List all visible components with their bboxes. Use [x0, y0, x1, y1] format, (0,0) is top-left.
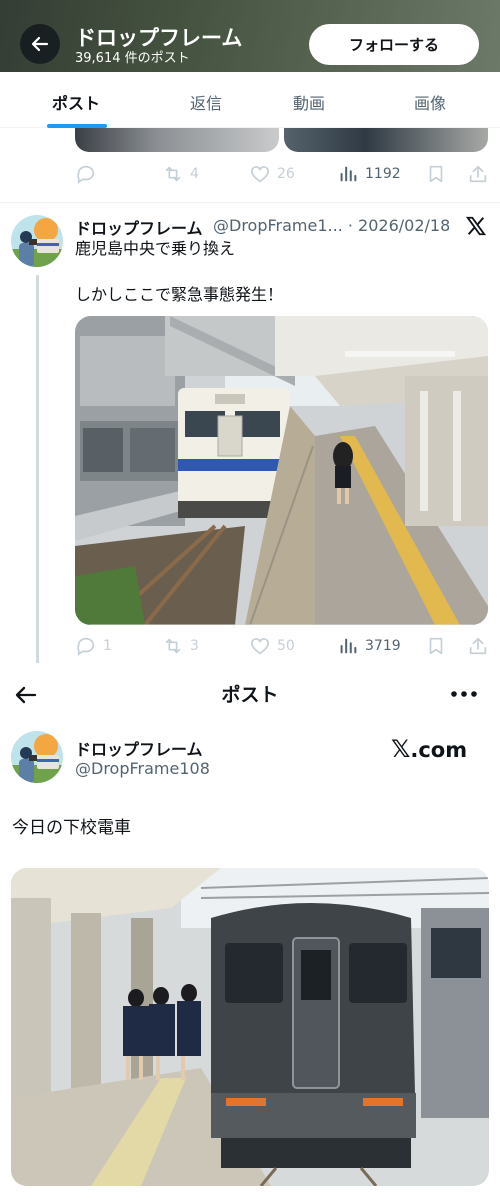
heart-icon: [250, 166, 270, 183]
avatar[interactable]: [11, 215, 63, 267]
x-brand-suffix: .com: [410, 738, 468, 762]
tweet-text-line: 鹿児島中央で乗り換え: [75, 239, 236, 258]
like-button[interactable]: 50: [249, 634, 295, 658]
post-author-name[interactable]: ドロップフレーム: [75, 736, 203, 760]
x-logo-icon: [465, 216, 487, 236]
tweet-photo-train[interactable]: [75, 316, 488, 625]
view-count: 1192: [365, 166, 401, 182]
tab-replies[interactable]: 返信: [190, 90, 222, 114]
retweet-icon: [165, 166, 181, 182]
reply-icon: [77, 637, 95, 656]
retweet-count: 3: [190, 638, 199, 654]
profile-tabs: ポスト 返信 動画 画像: [0, 72, 500, 128]
analytics-icon: [340, 638, 357, 654]
bookmark-icon: [429, 165, 443, 183]
share-button[interactable]: [467, 634, 489, 658]
previous-tweet-actions: 4 26 1192: [75, 162, 488, 186]
divider: [0, 202, 500, 203]
like-button[interactable]: 26: [249, 162, 295, 186]
post-count: 39,614 件のポスト: [75, 51, 190, 66]
page-title: ポスト: [221, 684, 279, 706]
tweet-author-name[interactable]: ドロップフレーム: [75, 215, 203, 239]
reply-button[interactable]: [75, 162, 97, 186]
views-button[interactable]: 1192: [337, 162, 401, 186]
previous-tweet-image[interactable]: [75, 128, 279, 152]
x-brand-glyph: 𝕏: [391, 735, 411, 763]
analytics-icon: [340, 166, 357, 182]
tweet-text-line: しかしここで緊急事態発生！: [75, 285, 284, 304]
reply-count: 1: [103, 638, 112, 654]
post-handle[interactable]: @DropFrame108: [75, 759, 210, 778]
tab-videos[interactable]: 動画: [293, 90, 325, 114]
tweet-actions: 1 3 50 3719: [75, 634, 488, 658]
bookmark-button[interactable]: [425, 634, 447, 658]
back-button[interactable]: [20, 24, 60, 64]
share-icon: [469, 165, 487, 183]
follow-button[interactable]: フォローする: [309, 24, 479, 65]
reply-button[interactable]: 1: [75, 634, 112, 658]
views-button[interactable]: 3719: [337, 634, 401, 658]
like-count: 26: [277, 166, 295, 182]
tab-posts[interactable]: ポスト: [52, 90, 100, 114]
post-text: 今日の下校電車: [12, 818, 131, 838]
retweet-icon: [165, 638, 181, 654]
previous-tweet-image[interactable]: [284, 128, 488, 152]
x-com-logo: 𝕏.com: [391, 735, 467, 763]
heart-icon: [250, 638, 270, 655]
thread-line: [36, 275, 39, 663]
back-arrow-icon: [31, 36, 49, 52]
share-button[interactable]: [467, 162, 489, 186]
retweet-count: 4: [190, 166, 199, 182]
tweet-handle-date: @DropFrame1... · 2026/02/18: [213, 216, 449, 235]
reply-icon: [77, 165, 95, 184]
avatar[interactable]: [11, 731, 63, 783]
more-options-icon[interactable]: [450, 690, 478, 698]
bookmark-button[interactable]: [425, 162, 447, 186]
like-count: 50: [277, 638, 295, 654]
view-count: 3719: [365, 638, 401, 654]
bookmark-icon: [429, 637, 443, 655]
retweet-button[interactable]: 4: [162, 162, 199, 186]
tab-images[interactable]: 画像: [414, 90, 446, 114]
share-icon: [469, 637, 487, 655]
retweet-button[interactable]: 3: [162, 634, 199, 658]
post-photo-train[interactable]: [11, 868, 489, 1186]
